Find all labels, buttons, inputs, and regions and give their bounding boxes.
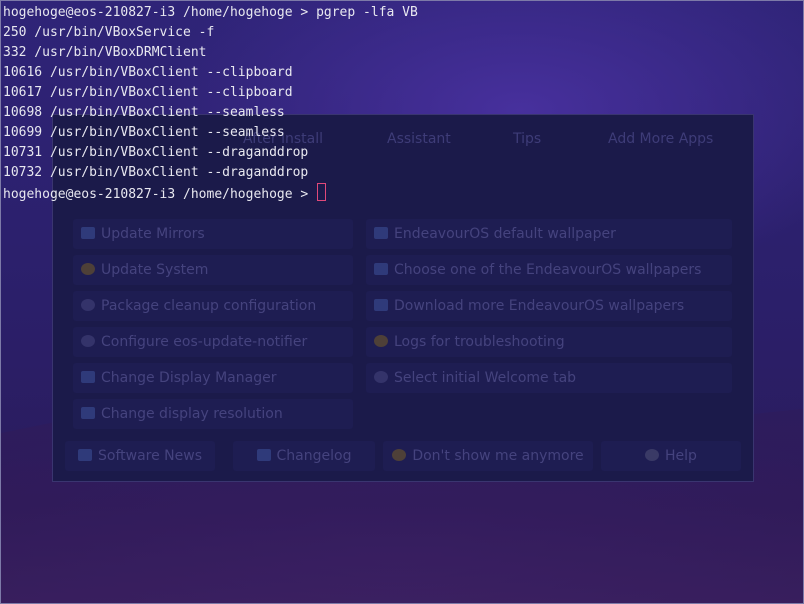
prompt: hogehoge@eos-210827-i3 /home/hogehoge >: [3, 5, 317, 20]
output-line: 332 /usr/bin/VBoxDRMClient: [3, 45, 207, 60]
output-line: 10617 /usr/bin/VBoxClient --clipboard: [3, 85, 293, 100]
output-line: 10731 /usr/bin/VBoxClient --draganddrop: [3, 145, 309, 160]
terminal[interactable]: hogehoge@eos-210827-i3 /home/hogehoge > …: [0, 0, 804, 604]
command-text: pgrep -lfa VB: [316, 5, 418, 20]
output-line: 10699 /usr/bin/VBoxClient --seamless: [3, 125, 285, 140]
input-line[interactable]: hogehoge@eos-210827-i3 /home/hogehoge >: [3, 183, 327, 203]
output-line: 10616 /usr/bin/VBoxClient --clipboard: [3, 65, 293, 80]
prompt: hogehoge@eos-210827-i3 /home/hogehoge >: [3, 187, 317, 202]
output-line: 10732 /usr/bin/VBoxClient --draganddrop: [3, 165, 309, 180]
output-line: 10698 /usr/bin/VBoxClient --seamless: [3, 105, 285, 120]
output-line: 250 /usr/bin/VBoxService -f: [3, 25, 215, 40]
text-cursor: [317, 183, 327, 201]
command-line: hogehoge@eos-210827-i3 /home/hogehoge > …: [3, 3, 418, 23]
